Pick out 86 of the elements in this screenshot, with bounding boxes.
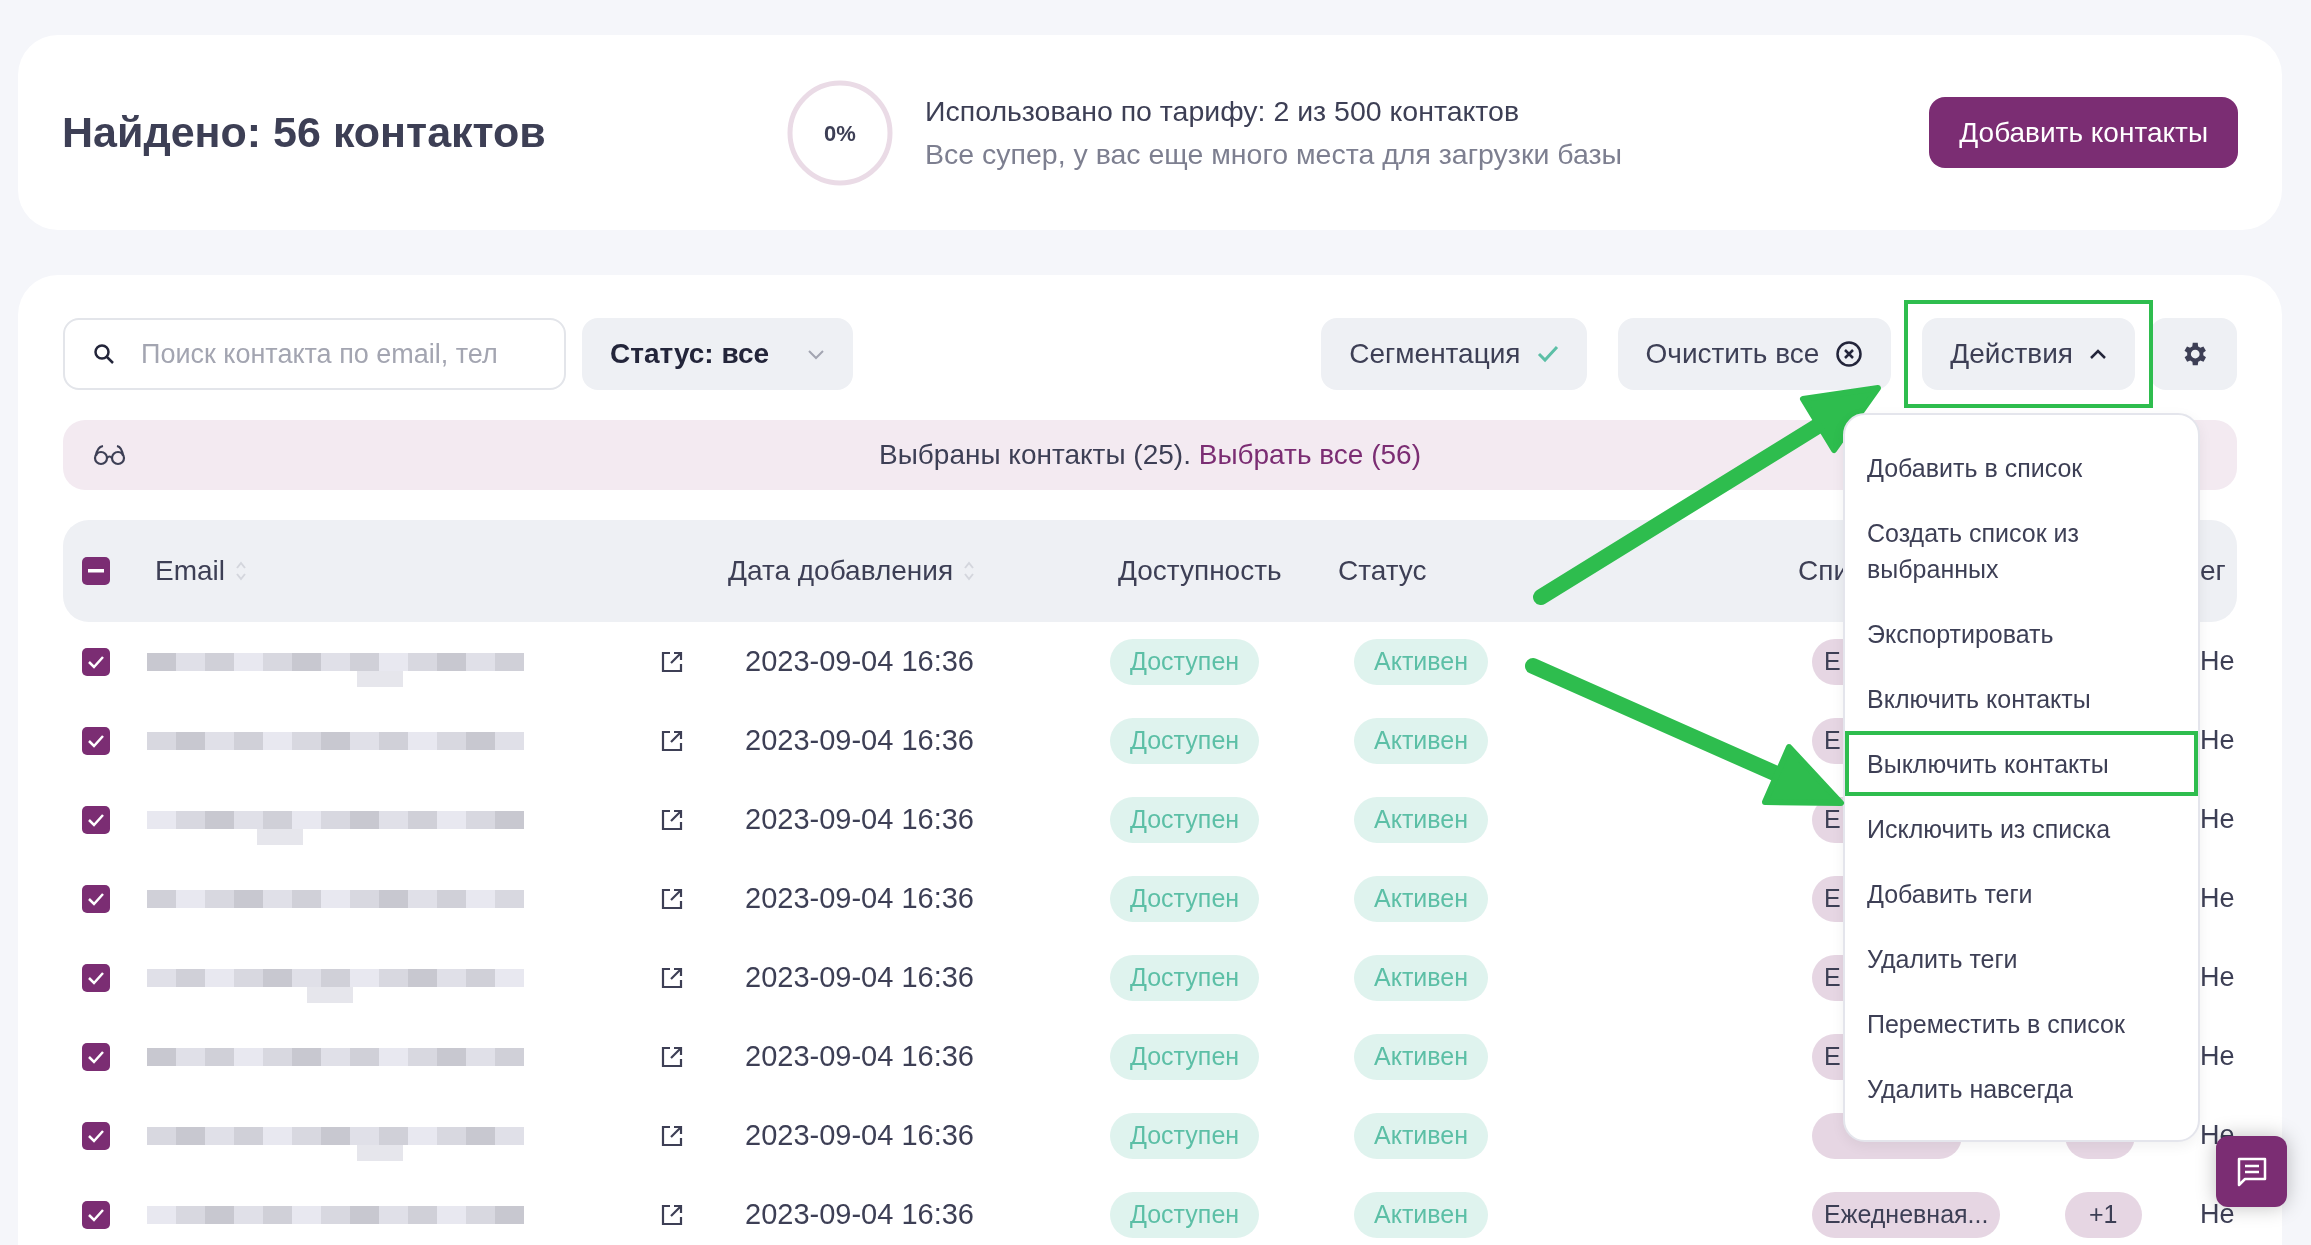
date-cell-text: 2023-09-04 16:36 [744,882,975,915]
external-link-icon[interactable] [660,965,684,990]
checkmark-icon [87,1207,105,1222]
close-circle-icon [1835,340,1864,368]
column-header: Статус [1338,555,1427,587]
search-icon [93,343,115,365]
external-link-icon[interactable] [660,1202,684,1227]
column-header[interactable]: Email [155,555,247,587]
search-field[interactable]: Поиск контакта по email, тел [63,318,566,390]
external-link-icon[interactable] [660,1123,684,1148]
status-badge: Активен [1354,796,1489,843]
table-cell-text: Не [2199,804,2236,835]
table-cell-text: Не [2199,646,2236,677]
column-header: ег [2200,555,2226,587]
status-badge: Активен [1354,954,1489,1001]
availability-badge: Доступен [1110,796,1260,843]
select-all-link[interactable]: Выбрать все (56) [1198,439,1421,470]
table-cell-text: Не [2199,1041,2236,1072]
date-cell-text: 2023-09-04 16:36 [744,961,975,994]
checkbox[interactable] [82,1121,110,1150]
glasses-icon [93,444,127,466]
checkmark-icon [1536,345,1559,363]
checkmark-icon [87,1049,105,1064]
checkbox[interactable] [82,557,110,585]
checkmark-icon [87,1128,105,1143]
usage-percent: 0% [824,120,856,146]
external-link-icon[interactable] [660,728,684,753]
table-cell-text: Не [2199,725,2236,756]
availability-badge: Доступен [1110,638,1260,685]
availability-badge: Доступен [1110,717,1260,764]
date-cell-text: 2023-09-04 16:36 [744,1040,975,1073]
external-link-icon[interactable] [660,886,684,911]
checkbox[interactable] [82,805,110,834]
column-header: Доступность [1118,555,1282,587]
checkbox[interactable] [82,884,110,913]
checkbox[interactable] [82,726,110,755]
status-badge: Активен [1354,1191,1489,1238]
clear-all-button[interactable]: Очистить все [1617,318,1892,390]
table-cell-text: Не [2199,1199,2236,1230]
minus-icon [88,569,104,573]
menu-item[interactable]: Создать список из выбранных [1845,500,2198,601]
status-dropdown[interactable]: Статус: все [582,318,853,390]
status-badge: Активен [1354,875,1489,922]
availability-badge: Доступен [1110,1033,1260,1080]
segmentation-button[interactable]: Сегментация [1321,318,1587,390]
checkbox[interactable] [82,963,110,992]
checkmark-icon [87,891,105,906]
add-contacts-button[interactable]: Добавить контакты [1929,97,2238,168]
availability-badge: Доступен [1110,1112,1260,1159]
checkmark-icon [87,970,105,985]
usage-text: Использовано по тарифу: 2 из 500 контактов [925,94,1521,128]
menu-item[interactable]: Выключить контакты [1845,731,2198,796]
availability-badge: Доступен [1110,954,1260,1001]
date-cell-text: 2023-09-04 16:36 [744,1198,975,1231]
availability-badge: Доступен [1110,1191,1260,1238]
chevron-down-icon [807,348,825,360]
external-link-icon[interactable] [660,1044,684,1069]
status-badge: Активен [1354,1033,1489,1080]
checkbox[interactable] [82,647,110,676]
external-link-icon[interactable] [660,649,684,674]
selection-text: Выбраны контакты (25). Выбрать все (56) [879,439,1421,471]
date-cell-text: 2023-09-04 16:36 [744,645,975,678]
checkbox[interactable] [82,1200,110,1229]
list-tag: Ежедневная... [1812,1191,2001,1238]
date-cell-text: 2023-09-04 16:36 [744,724,975,757]
found-count-title: Найдено: 56 контактов [62,108,547,157]
date-cell-text: 2023-09-04 16:36 [744,803,975,836]
actions-button[interactable]: Действия [1922,318,2135,390]
checkmark-icon [87,733,105,748]
availability-badge: Доступен [1110,875,1260,922]
more-count-badge: +1 [2065,1191,2142,1238]
menu-item[interactable]: Добавить в список [1845,435,2198,500]
status-badge: Активен [1354,717,1489,764]
settings-button[interactable] [2150,318,2237,390]
status-badge: Активен [1354,638,1489,685]
table-cell-text: Не [2199,883,2236,914]
column-header[interactable]: Дата добавления [728,555,976,587]
status-badge: Активен [1354,1112,1489,1159]
date-cell-text: 2023-09-04 16:36 [744,1119,975,1152]
external-link-icon[interactable] [660,807,684,832]
table-cell-text: Не [2199,962,2236,993]
checkbox[interactable] [82,1042,110,1071]
checkmark-icon [87,654,105,669]
checkmark-icon [87,812,105,827]
usage-note: Все супер, у вас еще много места для загрузки базы [925,137,1622,171]
chevron-up-icon [2089,348,2107,360]
